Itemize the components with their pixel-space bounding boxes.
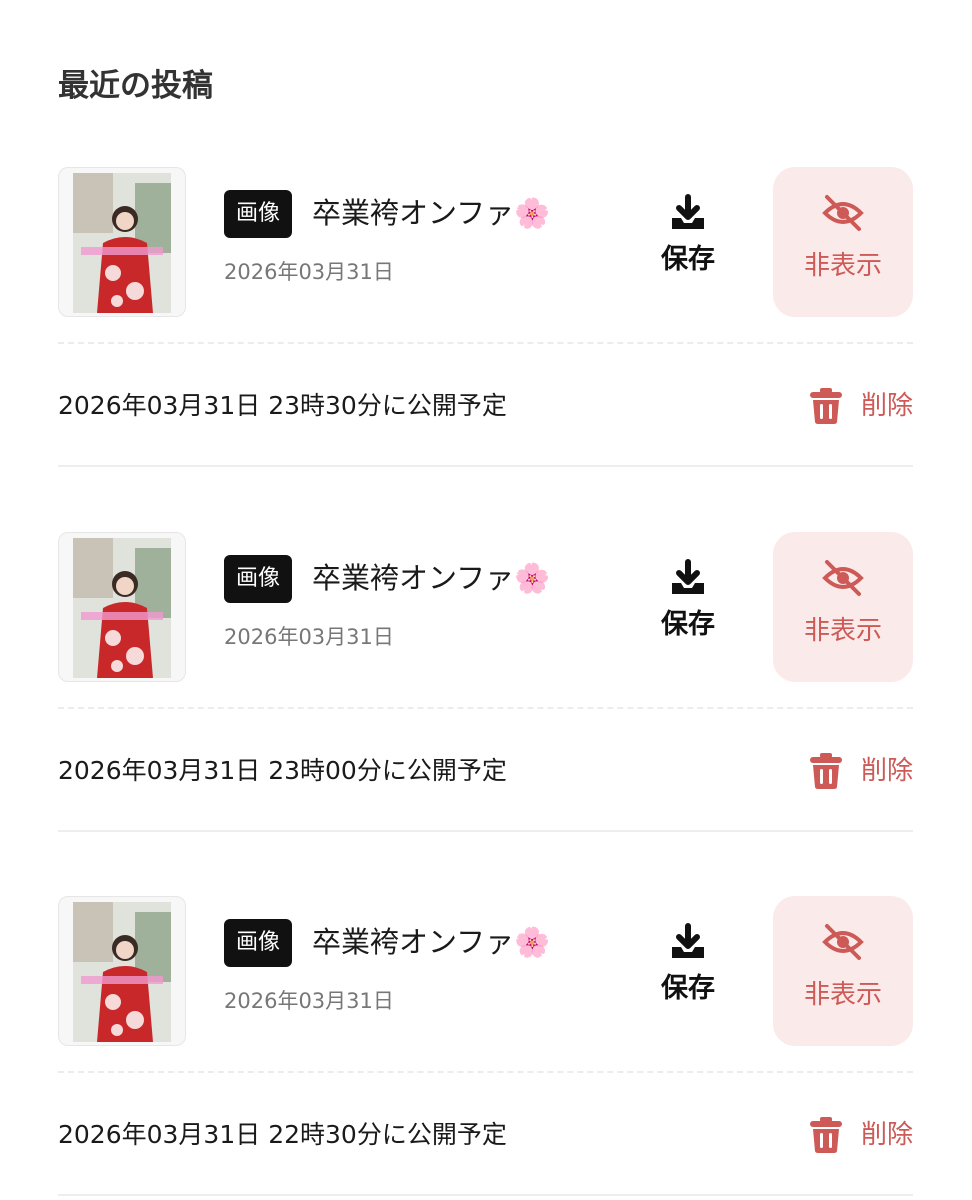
post-item: 画像 卒業袴オンファ🌸 2026年03月31日 保存 非表示 2026年03月3… <box>58 167 913 467</box>
post-header: 画像 卒業袴オンファ🌸 2026年03月31日 保存 非表示 <box>58 532 913 682</box>
save-button[interactable]: 保存 <box>638 183 738 293</box>
download-icon <box>672 559 704 594</box>
eye-slash-icon <box>822 560 864 596</box>
delete-label: 削除 <box>860 391 913 421</box>
post-date: 2026年03月31日 <box>224 625 394 649</box>
post-title: 卒業袴オンファ🌸 <box>312 925 551 959</box>
schedule-text: 2026年03月31日 23時00分に公開予定 <box>58 756 507 785</box>
media-type-badge: 画像 <box>224 190 293 238</box>
delete-button[interactable]: 削除 <box>809 385 913 427</box>
post-item: 画像 卒業袴オンファ🌸 2026年03月31日 保存 非表示 2026年03月3… <box>58 896 913 1196</box>
trash-icon <box>809 388 842 424</box>
post-title: 卒業袴オンファ🌸 <box>312 561 551 595</box>
thumbnail-photo-icon <box>73 902 171 1042</box>
post-divider <box>58 830 913 832</box>
post-divider <box>58 1194 913 1196</box>
trash-icon <box>809 1117 842 1153</box>
post-date: 2026年03月31日 <box>224 260 394 284</box>
eye-slash-icon <box>822 924 864 960</box>
dashed-divider <box>58 342 913 344</box>
thumbnail-photo-icon <box>73 538 171 678</box>
delete-label: 削除 <box>860 756 913 786</box>
delete-label: 削除 <box>860 1120 913 1150</box>
dashed-divider <box>58 1071 913 1073</box>
post-header: 画像 卒業袴オンファ🌸 2026年03月31日 保存 非表示 <box>58 896 913 1046</box>
delete-button[interactable]: 削除 <box>809 1114 913 1156</box>
hide-button[interactable]: 非表示 <box>773 532 913 682</box>
download-icon <box>672 194 704 229</box>
media-type-badge: 画像 <box>224 919 293 967</box>
recent-posts-page: 最近の投稿 画像 卒業袴オンファ🌸 2026年03月31日 保存 非表示 202… <box>0 0 972 1200</box>
save-label: 保存 <box>661 244 715 275</box>
delete-button[interactable]: 削除 <box>809 750 913 792</box>
schedule-text: 2026年03月31日 23時30分に公開予定 <box>58 391 507 420</box>
media-type-badge: 画像 <box>224 555 293 603</box>
post-item: 画像 卒業袴オンファ🌸 2026年03月31日 保存 非表示 2026年03月3… <box>58 532 913 832</box>
post-header: 画像 卒業袴オンファ🌸 2026年03月31日 保存 非表示 <box>58 167 913 317</box>
thumbnail-photo-icon <box>73 173 171 313</box>
download-icon <box>672 923 704 958</box>
post-date: 2026年03月31日 <box>224 989 394 1013</box>
post-thumbnail[interactable] <box>58 167 186 317</box>
hide-label: 非表示 <box>803 980 882 1010</box>
trash-icon <box>809 753 842 789</box>
save-label: 保存 <box>661 609 715 640</box>
schedule-text: 2026年03月31日 22時30分に公開予定 <box>58 1120 507 1149</box>
save-button[interactable]: 保存 <box>638 548 738 658</box>
post-divider <box>58 465 913 467</box>
section-title: 最近の投稿 <box>58 68 213 104</box>
hide-button[interactable]: 非表示 <box>773 896 913 1046</box>
dashed-divider <box>58 707 913 709</box>
save-label: 保存 <box>661 973 715 1004</box>
hide-label: 非表示 <box>803 616 882 646</box>
post-thumbnail[interactable] <box>58 532 186 682</box>
save-button[interactable]: 保存 <box>638 912 738 1022</box>
post-thumbnail[interactable] <box>58 896 186 1046</box>
eye-slash-icon <box>822 195 864 231</box>
post-title: 卒業袴オンファ🌸 <box>312 196 551 230</box>
hide-button[interactable]: 非表示 <box>773 167 913 317</box>
hide-label: 非表示 <box>803 251 882 281</box>
